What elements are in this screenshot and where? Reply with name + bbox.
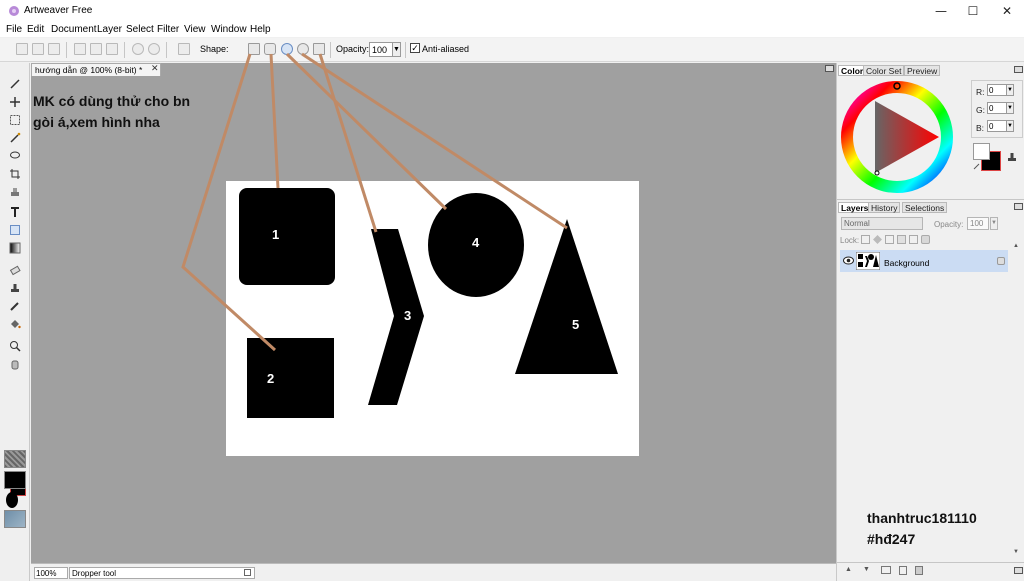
- tab-color[interactable]: Color: [838, 65, 867, 76]
- status-bar: 100% Dropper tool: [31, 563, 836, 581]
- r-dropdown-icon[interactable]: ▼: [1006, 84, 1014, 96]
- shape-label-2: 2: [267, 371, 274, 386]
- color-picker-icon[interactable]: [1006, 151, 1018, 163]
- color-wheel[interactable]: [839, 79, 959, 199]
- pointer-line-polygon: [301, 52, 568, 230]
- tab-layers[interactable]: Layers: [838, 202, 872, 213]
- delete-layer-icon[interactable]: [915, 566, 923, 575]
- b-input[interactable]: 0: [987, 120, 1007, 132]
- right-panels: Color Color Set Preview R: 0 ▼ G: 0 ▼ B:…: [836, 63, 1024, 581]
- new-group-icon[interactable]: [881, 566, 891, 574]
- r-label: R:: [976, 87, 985, 97]
- tab-history[interactable]: History: [868, 202, 901, 213]
- layer-thumbnail: [856, 252, 880, 270]
- color-panel-menu-icon[interactable]: [1014, 66, 1023, 73]
- r-input[interactable]: 0: [987, 84, 1007, 96]
- eye-visibility-icon[interactable]: [843, 256, 854, 265]
- layer-opacity-input[interactable]: 100: [967, 217, 989, 230]
- pointer-line-rounded-rectangle: [269, 53, 280, 189]
- tab-color-set[interactable]: Color Set: [863, 65, 905, 76]
- shape-label-3: 3: [404, 308, 411, 323]
- scroll-up-icon[interactable]: ▲: [1013, 243, 1019, 249]
- watermark-text: thanhtruc181110 #hđ247: [867, 508, 977, 550]
- chevron-shape-3: [368, 229, 424, 405]
- move-layer-down-icon[interactable]: ▼: [863, 566, 870, 573]
- layer-lock-icon: [997, 257, 1005, 265]
- layers-options-icon[interactable]: [1014, 567, 1023, 574]
- tab-preview[interactable]: Preview: [904, 65, 941, 76]
- watermark-line1: thanhtruc181110: [867, 510, 977, 526]
- scroll-down-icon[interactable]: ▼: [1013, 549, 1019, 555]
- g-input[interactable]: 0: [987, 102, 1007, 114]
- blend-mode-select[interactable]: Normal: [841, 217, 923, 230]
- g-dropdown-icon[interactable]: ▼: [1006, 102, 1014, 114]
- lock-all-checkbox[interactable]: [909, 235, 918, 244]
- panel-foreground-swatch[interactable]: [973, 143, 990, 160]
- lock-transparency-checkbox[interactable]: [861, 235, 870, 244]
- triangle-shape-5: [515, 219, 618, 374]
- tab-selections[interactable]: Selections: [902, 202, 948, 213]
- lock-icon[interactable]: [921, 235, 930, 244]
- panel-divider: [837, 199, 1024, 200]
- lock-pixels-checkbox[interactable]: [885, 235, 894, 244]
- swap-colors-icon[interactable]: [973, 163, 981, 171]
- shape-label-1: 1: [272, 227, 279, 242]
- lock-label: Lock:: [840, 236, 860, 245]
- status-message: Dropper tool: [69, 567, 255, 579]
- rounded-square-shape-1: [239, 188, 335, 285]
- g-label: G:: [976, 105, 985, 115]
- watermark-line2: #hđ247: [867, 531, 916, 547]
- layers-panel-menu-icon[interactable]: [1014, 203, 1023, 210]
- b-label: B:: [976, 123, 985, 133]
- move-layer-up-icon[interactable]: ▲: [845, 566, 852, 573]
- b-dropdown-icon[interactable]: ▼: [1006, 120, 1014, 132]
- new-layer-icon[interactable]: [899, 566, 907, 575]
- lock-position-icon[interactable]: [873, 235, 882, 244]
- lock-image-icon[interactable]: [897, 235, 906, 244]
- layer-opacity-dropdown-icon[interactable]: ▼: [990, 217, 998, 230]
- square-shape-2: [247, 338, 334, 418]
- shape-label-4: 4: [472, 235, 480, 250]
- layer-name: Background: [884, 258, 930, 268]
- shape-label-5: 5: [572, 317, 579, 332]
- status-options-icon[interactable]: [244, 569, 251, 576]
- zoom-level[interactable]: 100%: [34, 567, 68, 579]
- layer-opacity-label: Opacity:: [934, 220, 964, 229]
